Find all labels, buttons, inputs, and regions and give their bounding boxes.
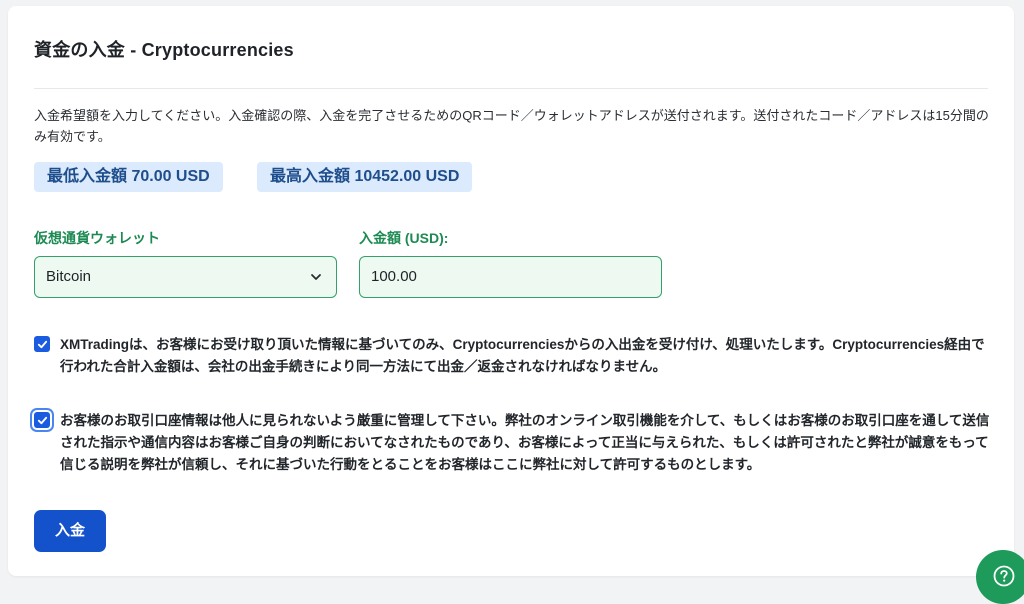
- amount-label: 入金額 (USD):: [359, 230, 449, 246]
- wallet-label: 仮想通貨ウォレット: [34, 230, 160, 246]
- consent-row-2: お客様のお取引口座情報は他人に見られないよう厳重に管理して下さい。弊社のオンライ…: [34, 410, 994, 480]
- consent-row-1: XMTradingは、お客様にお受け取り頂いた情報に基づいてのみ、Cryptoc…: [34, 334, 994, 380]
- consent-checkbox-2[interactable]: [34, 412, 50, 428]
- consent-text-1: XMTradingは、お客様にお受け取り頂いた情報に基づいてのみ、Cryptoc…: [60, 337, 985, 374]
- check-icon: [37, 416, 47, 424]
- consent-checkbox-1[interactable]: [34, 336, 50, 352]
- wallet-select-value: Bitcoin: [46, 268, 92, 285]
- consent-text-2: お客様のお取引口座情報は他人に見られないよう厳重に管理して下さい。弊社のオンライ…: [60, 413, 990, 472]
- min-deposit-badge: 最低入金額 70.00 USD: [34, 162, 223, 192]
- page-title: 資金の入金 - Cryptocurrencies: [34, 40, 294, 60]
- divider: [34, 88, 988, 89]
- wallet-select[interactable]: Bitcoin: [34, 256, 337, 298]
- chevron-down-icon: [311, 274, 321, 280]
- amount-input[interactable]: 100.00: [359, 256, 662, 298]
- deposit-card: 資金の入金 - Cryptocurrencies 入金希望額を入力してください。…: [8, 6, 1014, 576]
- deposit-submit-button[interactable]: 入金: [34, 510, 106, 552]
- deposit-description: 入金希望額を入力してください。入金確認の際、入金を完了させるためのQRコード／ウ…: [34, 108, 989, 144]
- check-icon: [37, 340, 47, 348]
- help-button[interactable]: [976, 550, 1024, 604]
- max-deposit-badge: 最高入金額 10452.00 USD: [257, 162, 473, 192]
- help-question-icon: [993, 565, 1015, 587]
